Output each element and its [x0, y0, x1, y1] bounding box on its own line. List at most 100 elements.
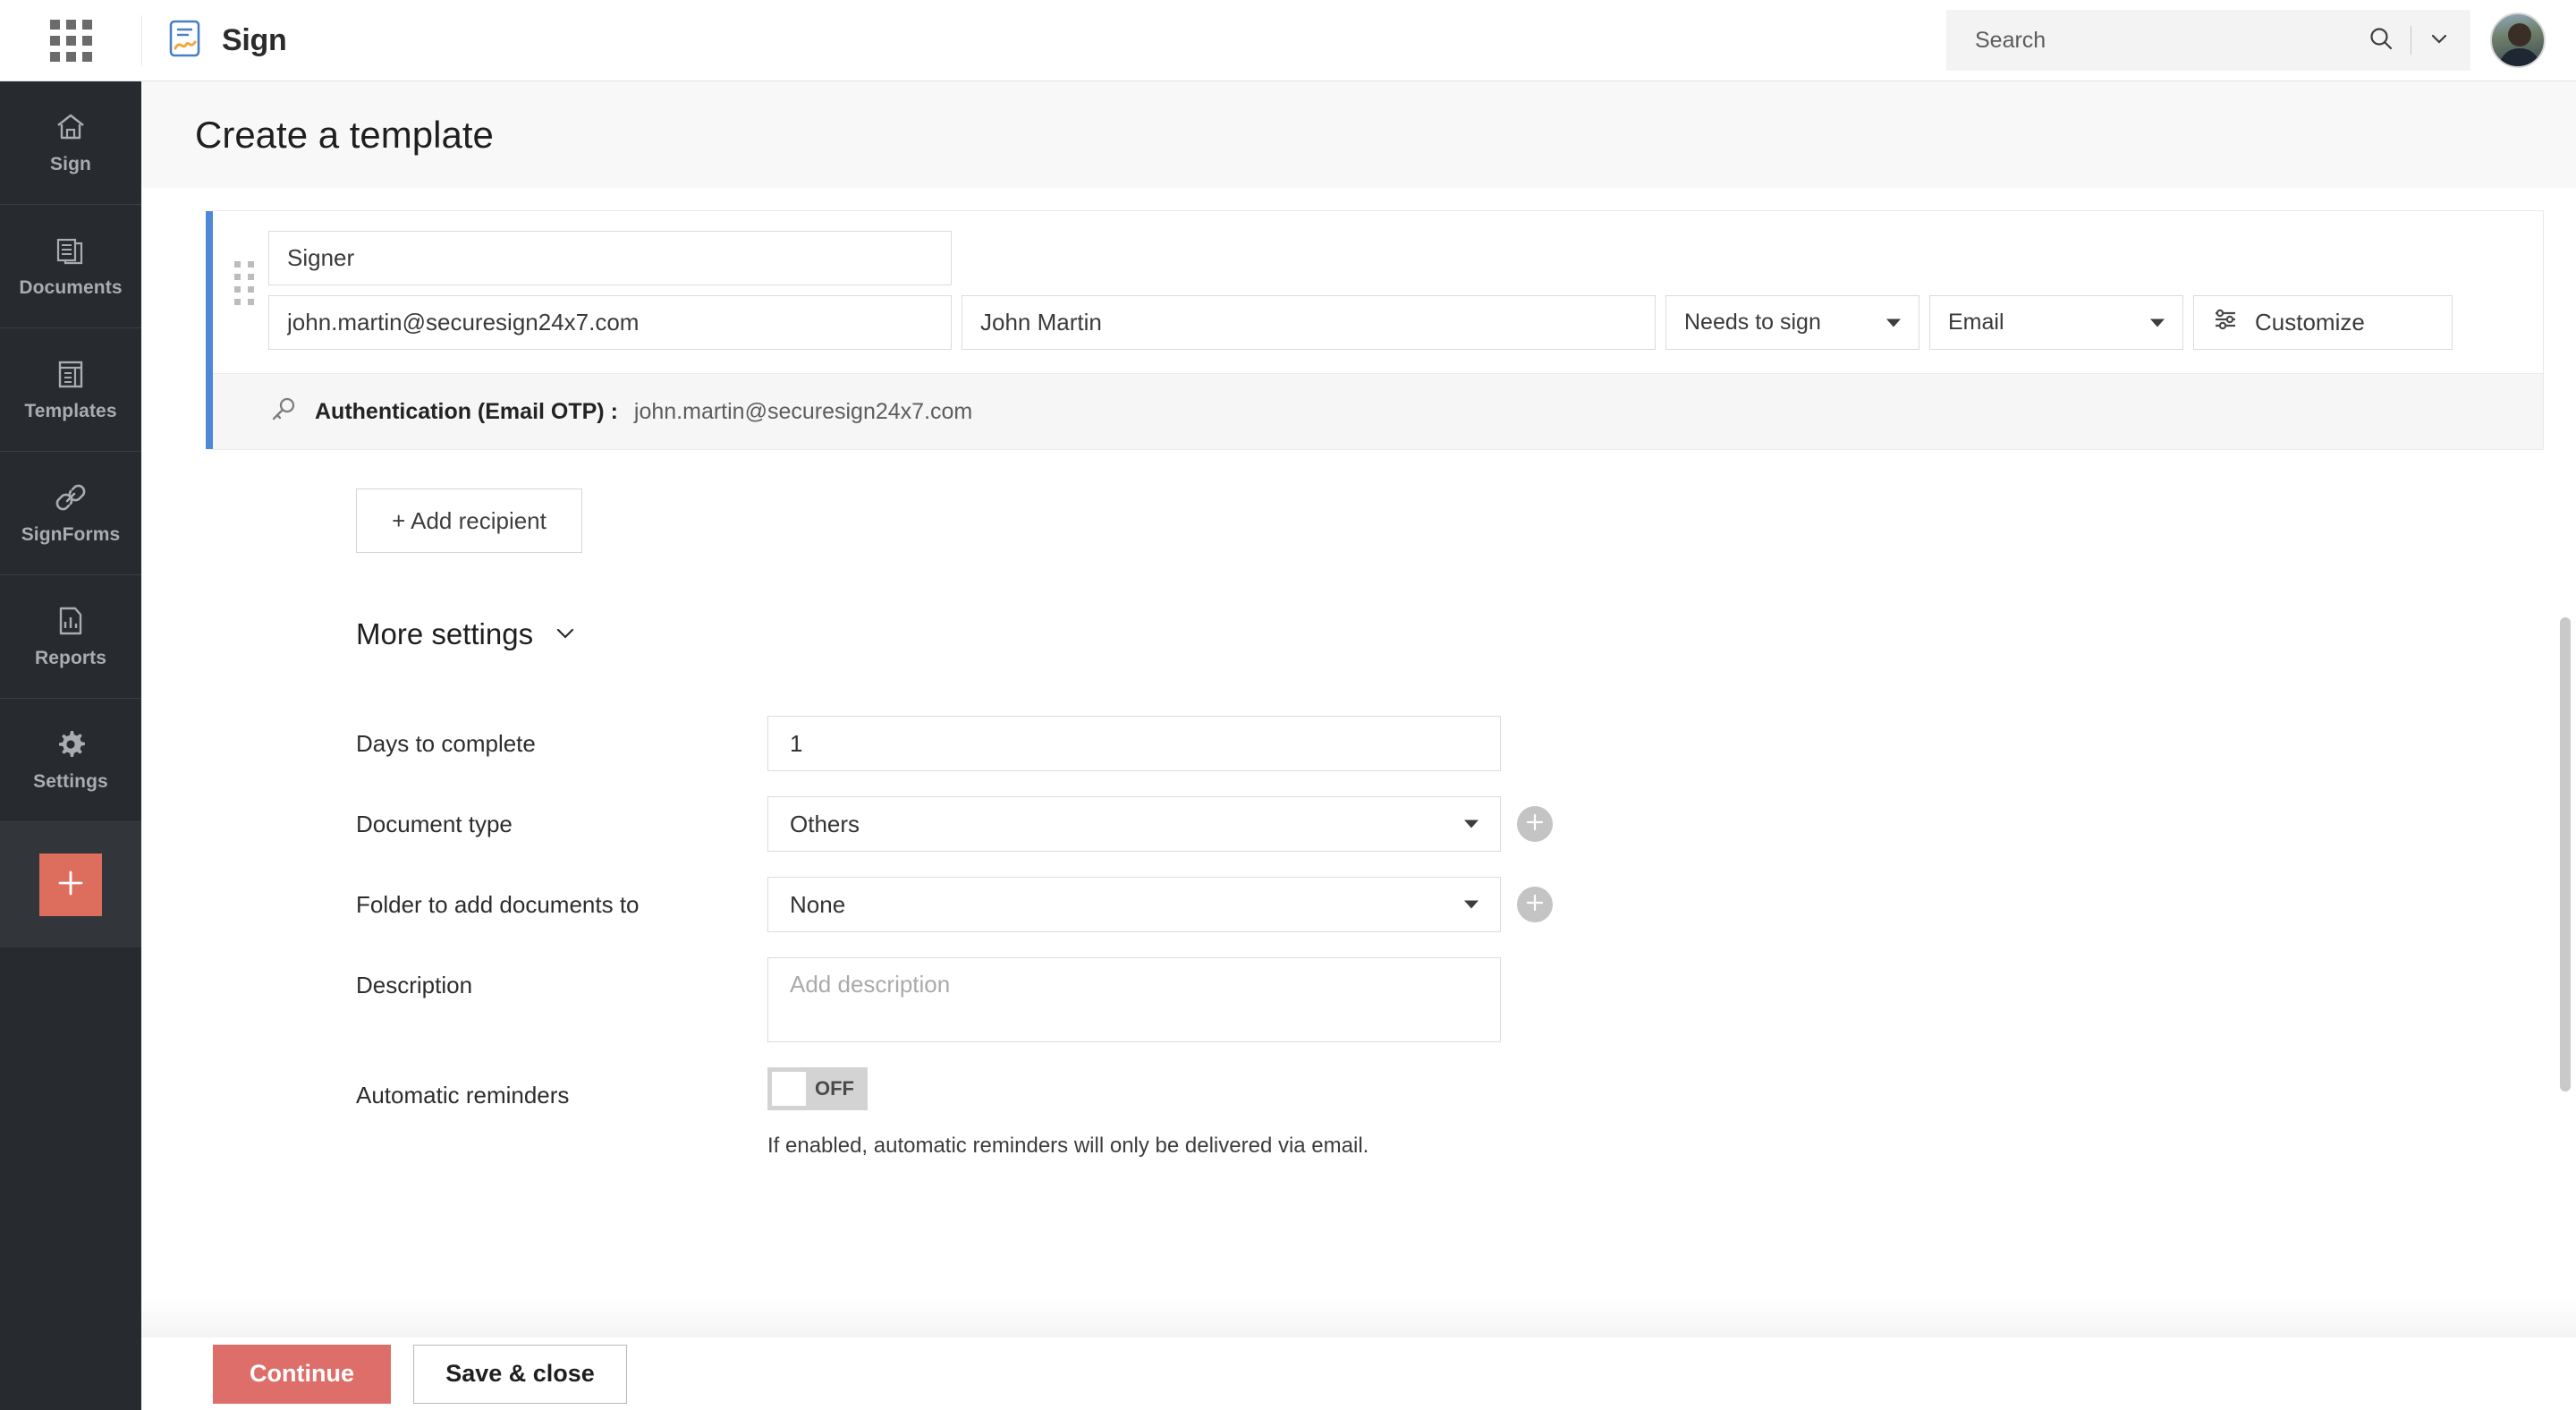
link-icon	[54, 480, 88, 514]
sidebar-item-templates[interactable]: Templates	[0, 328, 141, 451]
save-and-close-button[interactable]: Save & close	[413, 1345, 627, 1404]
sidebar-item-label: Documents	[19, 277, 122, 299]
continue-button[interactable]: Continue	[213, 1345, 391, 1404]
home-icon	[54, 110, 88, 144]
recipient-fields: Needs to sign Email	[213, 211, 2543, 373]
app-title: Sign	[222, 23, 286, 58]
app-brand[interactable]: Sign	[141, 15, 286, 65]
main-area: Create a template Needs to si	[141, 81, 2576, 1410]
setting-label: Days to complete	[356, 716, 767, 758]
recipient-email-input[interactable]	[268, 295, 952, 350]
setting-description: Description	[356, 957, 2576, 1042]
sliders-icon	[2212, 306, 2239, 339]
recipient-authentication-row[interactable]: Authentication (Email OTP) : john.martin…	[213, 373, 2543, 449]
recipient-field-columns: Needs to sign Email	[268, 231, 2521, 350]
folder-select[interactable]: None	[767, 877, 1501, 932]
automatic-reminders-hint: If enabled, automatic reminders will onl…	[767, 1134, 1368, 1159]
sidebar-item-signforms[interactable]: SignForms	[0, 452, 141, 574]
days-to-complete-input[interactable]	[767, 716, 1501, 771]
sign-document-icon	[167, 20, 205, 62]
setting-folder: Folder to add documents to None	[356, 877, 2576, 932]
gear-icon	[54, 727, 88, 761]
page-header: Create a template	[141, 81, 2576, 188]
drag-handle-icon[interactable]	[234, 261, 254, 305]
sidebar-item-sign[interactable]: Sign	[0, 81, 141, 204]
documents-icon	[54, 234, 88, 268]
sidebar-item-label: Templates	[24, 401, 116, 422]
authentication-label: Authentication (Email OTP) :	[315, 399, 618, 425]
chevron-down-icon	[1464, 820, 1479, 828]
search-input[interactable]	[1975, 28, 2368, 54]
add-recipient-button[interactable]: + Add recipient	[356, 488, 582, 553]
recipient-action-value: Needs to sign	[1684, 310, 1821, 336]
footer-actions: Continue Save & close	[141, 1338, 2576, 1410]
customize-button[interactable]: Customize	[2193, 295, 2453, 350]
content-scroll-area: Needs to sign Email	[141, 188, 2576, 1338]
toggle-state-label: OFF	[806, 1077, 863, 1100]
chevron-down-icon[interactable]	[2428, 27, 2451, 55]
sidebar-item-settings[interactable]: Settings	[0, 699, 141, 821]
chart-document-icon	[54, 604, 88, 638]
folder-value: None	[790, 891, 845, 919]
recipient-action-select[interactable]: Needs to sign	[1665, 295, 1919, 350]
chevron-down-icon	[1886, 319, 1901, 327]
sidebar-item-label: Sign	[50, 154, 91, 175]
search-icon[interactable]	[2368, 25, 2394, 56]
document-type-select[interactable]: Others	[767, 796, 1501, 852]
recipient-row-details: Needs to sign Email	[268, 295, 2521, 350]
key-icon	[268, 395, 299, 429]
recipient-card: Needs to sign Email	[213, 210, 2544, 450]
recipient-name-input[interactable]	[962, 295, 1656, 350]
setting-document-type: Document type Others	[356, 796, 2576, 852]
sidebar-add-section	[0, 822, 141, 947]
sidebar: Sign Documents Templates	[0, 81, 141, 1410]
chevron-down-icon	[2150, 319, 2165, 327]
add-document-type-button[interactable]	[1517, 806, 1553, 842]
recipient-delivery-select[interactable]: Email	[1929, 295, 2183, 350]
recipient-row-role	[268, 231, 2521, 285]
setting-label: Description	[356, 957, 767, 999]
description-textarea[interactable]	[767, 957, 1501, 1042]
setting-control: Others	[767, 796, 1553, 852]
setting-control: None	[767, 877, 1553, 932]
add-folder-button[interactable]	[1517, 887, 1553, 922]
automatic-reminders-toggle[interactable]: OFF	[767, 1067, 868, 1110]
authentication-value: john.martin@securesign24x7.com	[634, 399, 972, 425]
plus-icon	[1525, 812, 1545, 837]
customize-label: Customize	[2255, 309, 2365, 336]
recipient-delivery-value: Email	[1948, 310, 2004, 336]
app-switcher-button[interactable]	[0, 0, 141, 81]
scrollbar-thumb[interactable]	[2560, 617, 2571, 1091]
more-settings-toggle[interactable]: More settings	[356, 617, 2576, 651]
recipient-accent-bar	[206, 211, 213, 449]
setting-label: Folder to add documents to	[356, 877, 767, 919]
setting-label: Automatic reminders	[356, 1067, 767, 1109]
setting-automatic-reminders: Automatic reminders OFF If enabled, auto…	[356, 1067, 2576, 1159]
document-type-value: Others	[790, 811, 860, 838]
setting-days-to-complete: Days to complete	[356, 716, 2576, 771]
templates-icon	[54, 357, 88, 391]
sidebar-item-label: SignForms	[21, 524, 121, 546]
sidebar-item-reports[interactable]: Reports	[0, 575, 141, 698]
plus-icon	[55, 868, 86, 903]
app-grid-icon	[50, 20, 92, 62]
chevron-down-icon	[1464, 901, 1479, 909]
setting-control	[767, 957, 1501, 1042]
more-settings-panel: Days to complete Document type Others	[356, 716, 2576, 1159]
more-settings-label: More settings	[356, 617, 533, 651]
setting-control	[767, 716, 1501, 771]
sidebar-item-label: Settings	[33, 771, 108, 793]
search-box[interactable]	[1946, 10, 2470, 71]
recipient-role-input[interactable]	[268, 231, 952, 285]
plus-icon	[1525, 893, 1545, 917]
setting-control: OFF If enabled, automatic reminders will…	[767, 1067, 1368, 1159]
page-title: Create a template	[195, 114, 494, 157]
setting-label: Document type	[356, 796, 767, 838]
top-bar: Sign	[0, 0, 2576, 81]
sidebar-item-documents[interactable]: Documents	[0, 205, 141, 327]
sidebar-item-label: Reports	[35, 648, 106, 669]
avatar[interactable]	[2490, 13, 2546, 68]
chevron-down-icon	[553, 620, 578, 650]
create-new-button[interactable]	[39, 854, 102, 916]
toggle-knob	[772, 1072, 806, 1106]
